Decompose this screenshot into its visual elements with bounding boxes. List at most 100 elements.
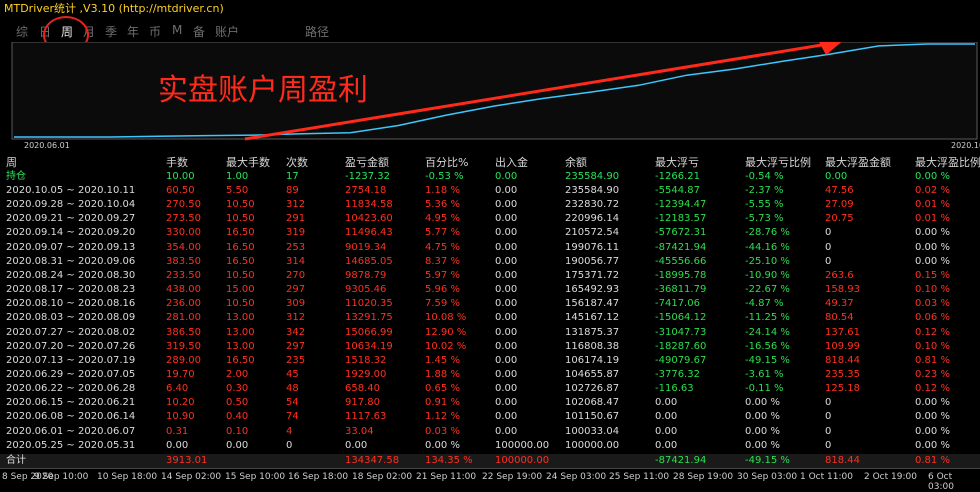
cell-col-9: -11.25 % [745, 312, 790, 324]
cell-col-10: 0 [825, 425, 832, 437]
cell-col-10: 0 [825, 397, 832, 409]
cell-col-11: 0.00 % [915, 411, 950, 423]
cell-col-0: 2020.08.10 ~ 2020.08.16 [6, 298, 136, 310]
cell-col-9: -0.54 % [745, 171, 784, 182]
cell-col-0: 2020.06.01 ~ 2020.06.07 [6, 425, 136, 437]
cell-col-1: 319.50 [166, 340, 201, 352]
cell-col-3: 253 [286, 241, 306, 253]
cell-col-6: 0.00 [495, 425, 518, 437]
cell-col-8: 0.00 [655, 439, 678, 451]
cell-col-2: 5.50 [226, 185, 249, 196]
cell-col-3: 319 [286, 227, 306, 239]
cell-col-9: 0.00 % [745, 411, 780, 423]
tab-quarter[interactable]: 季 [105, 23, 117, 40]
cell-col-4: 1518.32 [345, 354, 387, 366]
cell-col-6: 0.00 [495, 312, 518, 324]
cell-col-11: 0.03 % [915, 298, 950, 310]
cell-col-11: 0.01 % [915, 199, 950, 211]
cell-col-11: 0.01 % [915, 213, 950, 225]
cell-col-3: 297 [286, 284, 306, 296]
time-axis-label: 10 Sep 18:00 [97, 472, 158, 482]
annotation-text: 实盘账户周盈利 [158, 73, 368, 108]
cell-col-5: 10.02 % [425, 340, 467, 352]
cell-col-7: 余额 [565, 156, 587, 169]
cell-col-8: -18995.78 [655, 269, 707, 281]
tab-m[interactable]: M [172, 23, 182, 37]
cell-col-11: 0.00 % [915, 241, 950, 253]
cell-col-3: 0 [286, 439, 293, 451]
cell-col-8: -116.63 [655, 383, 694, 395]
cell-col-1: 6.40 [166, 383, 189, 395]
table-row: 2020.07.27 ~ 2020.08.02 386.50 13.00 342 150… [0, 326, 980, 340]
cell-col-8: 0.00 [655, 397, 678, 409]
cell-col-7: 101150.67 [565, 411, 620, 423]
cell-col-7: 102068.47 [565, 397, 620, 409]
time-axis-label: 2 Oct 19:00 [864, 472, 917, 482]
time-axis-label: 1 Oct 11:00 [800, 472, 853, 482]
cell-col-8: -7417.06 [655, 298, 700, 310]
cell-col-9: -10.90 % [745, 269, 790, 281]
cell-col-8: -31047.73 [655, 326, 707, 338]
table-header: 周 手数 最大手数 次数 盈亏金额 百分比% 出入金 余额 最大浮亏 最大浮亏比例 最大浮盈金额 最大… [0, 156, 980, 170]
table-row: 2020.05.25 ~ 2020.05.31 0.00 0.00 0 0.00 0.00… [0, 439, 980, 453]
cell-col-10: 0 [825, 241, 832, 253]
cell-col-0: 2020.09.28 ~ 2020.10.04 [6, 199, 136, 211]
cell-col-4: 10423.60 [345, 213, 393, 225]
cell-col-0: 2020.06.08 ~ 2020.06.14 [6, 411, 136, 423]
cell-col-1: 330.00 [166, 227, 201, 239]
cell-col-0: 2020.06.15 ~ 2020.06.21 [6, 397, 136, 409]
cell-col-11: 0.00 % [915, 397, 950, 409]
cell-col-6: 0.00 [495, 326, 518, 338]
cell-col-7: 199076.11 [565, 241, 620, 253]
cell-col-10: 0 [825, 439, 832, 451]
cell-col-4: 11020.35 [345, 298, 393, 310]
tab-currency[interactable]: 币 [149, 23, 161, 40]
cell-col-2: 10.50 [226, 199, 255, 211]
cell-col-2: 13.00 [226, 340, 255, 352]
time-axis-label: 15 Sep 10:00 [225, 472, 286, 482]
equity-chart: 2020.06.01 2020.10.0 实盘账户周盈利 [0, 42, 980, 150]
equity-chart-svg: 2020.06.01 2020.10.0 实盘账户周盈利 [11, 42, 980, 150]
cell-col-6: 出入金 [495, 156, 528, 169]
table-row: 2020.06.15 ~ 2020.06.21 10.20 0.50 54 917.80… [0, 396, 980, 410]
cell-col-9: -3.61 % [745, 368, 784, 380]
cell-col-6: 100000.00 [495, 439, 550, 451]
cell-col-2: 0.50 [226, 397, 249, 409]
tab-year[interactable]: 年 [127, 23, 139, 40]
cell-col-4: 9305.46 [345, 284, 387, 296]
cell-col-11: 0.15 % [915, 269, 950, 281]
cell-col-9: 0.00 % [745, 425, 780, 437]
cell-col-3: 74 [286, 411, 299, 423]
cell-col-7: 100000.00 [565, 439, 620, 451]
cell-col-9: 0.00 % [745, 439, 780, 451]
cell-col-7: 235584.90 [565, 171, 620, 182]
cell-col-4: 0.00 [345, 439, 368, 451]
cell-col-6: 0.00 [495, 171, 518, 182]
cell-col-1: 10.20 [166, 397, 195, 409]
tab-backup[interactable]: 备 [193, 23, 205, 40]
cell-col-6: 0.00 [495, 199, 518, 211]
cell-col-8: -87421.94 [655, 241, 707, 253]
tab-account[interactable]: 账户 [215, 23, 239, 40]
cell-col-5: 1.88 % [425, 368, 460, 380]
cell-col-7: 100033.04 [565, 425, 620, 437]
cell-col-11: 0.00 % [915, 255, 950, 267]
cell-col-2: 最大手数 [226, 156, 270, 169]
cell-col-10: 49.37 [825, 298, 854, 310]
time-axis-label: 24 Sep 03:00 [546, 472, 607, 482]
tab-path[interactable]: 路径 [305, 23, 329, 40]
tab-overview[interactable]: 综 [16, 23, 28, 40]
cell-col-3: 291 [286, 213, 306, 225]
cell-col-5: 0.91 % [425, 397, 460, 409]
cell-col-3: 48 [286, 383, 299, 395]
cell-col-1: 386.50 [166, 326, 201, 338]
cell-col-1: 273.50 [166, 213, 201, 225]
cell-col-4: 917.80 [345, 397, 380, 409]
cell-col-2: 2.00 [226, 368, 249, 380]
cell-col-7: 106174.19 [565, 354, 620, 366]
total-row: 合计 3913.01 134347.58 134.35 % 100000.00 -8742… [0, 453, 980, 469]
cell-col-8: -36811.79 [655, 284, 707, 296]
cell-col-10: 20.75 [825, 213, 854, 225]
time-axis-label: 25 Sep 11:00 [609, 472, 670, 482]
x-tick-start: 2020.06.01 [24, 141, 70, 150]
